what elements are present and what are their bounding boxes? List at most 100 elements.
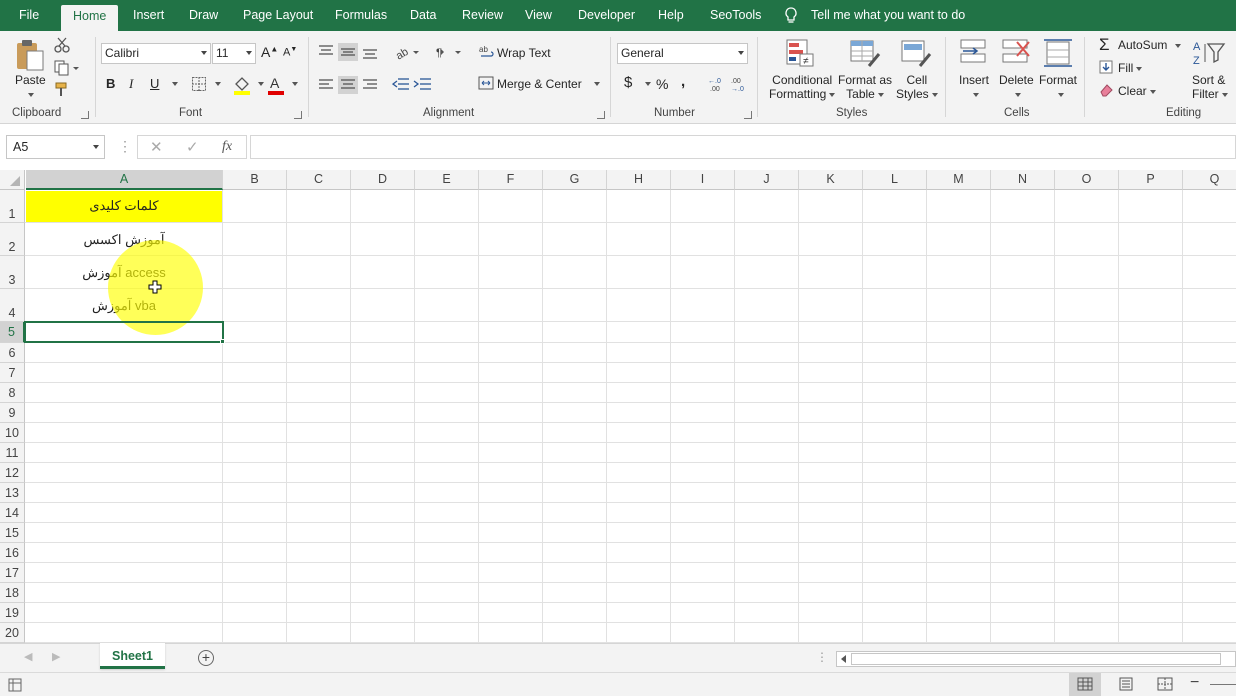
select-all-button[interactable] [0, 170, 25, 190]
column-header-h[interactable]: H [607, 170, 671, 190]
column-header-c[interactable]: C [287, 170, 351, 190]
column-header-k[interactable]: K [799, 170, 863, 190]
scrollbar-thumb[interactable] [851, 653, 1221, 665]
indent-icons[interactable] [392, 76, 434, 92]
column-header-q[interactable]: Q [1183, 170, 1236, 190]
cancel-icon[interactable]: ✕ [150, 138, 163, 156]
font-size-box[interactable]: 11 [212, 43, 256, 64]
conditional-formatting-icon[interactable]: ≠ [785, 38, 815, 68]
autosum-button[interactable]: AutoSum [1118, 38, 1182, 52]
format-cells-button[interactable]: Format [1039, 73, 1077, 87]
column-header-f[interactable]: F [479, 170, 543, 190]
column-header-d[interactable]: D [351, 170, 415, 190]
tab-help[interactable]: Help [658, 0, 684, 31]
insert-function-button[interactable]: fx [222, 139, 232, 155]
row-header-11[interactable]: 11 [0, 443, 25, 463]
row-header-14[interactable]: 14 [0, 503, 25, 523]
tab-formulas[interactable]: Formulas [335, 0, 387, 31]
enter-icon[interactable]: ✓ [186, 138, 199, 156]
orientation-icon[interactable]: ab [394, 44, 420, 60]
delete-cells-icon[interactable] [1001, 38, 1031, 66]
sort-filter-button[interactable]: Sort & Filter [1192, 73, 1228, 101]
horizontal-scrollbar[interactable] [836, 651, 1236, 667]
row-header-12[interactable]: 12 [0, 463, 25, 483]
decimal-icons[interactable]: ←.0.00.00→.0 [706, 75, 750, 93]
row-header-1[interactable]: 1 [0, 190, 25, 223]
cell-a1[interactable]: کلمات کلیدی [26, 198, 222, 214]
cut-icon[interactable] [54, 37, 70, 53]
fill-handle[interactable] [220, 339, 225, 344]
insert-cells-icon[interactable] [959, 38, 989, 66]
wrap-text-button[interactable]: Wrap Text [497, 46, 551, 60]
text-direction-icon[interactable]: ¶ [435, 44, 463, 60]
insert-cells-button[interactable]: Insert [959, 73, 989, 87]
column-header-a[interactable]: A [26, 170, 223, 190]
sort-filter-icon[interactable]: AZ [1192, 38, 1226, 66]
worksheet-grid[interactable]: ABCDEFGHIJKLMNOPQ 1 2 3 4 5 6 7 8 9 10 11 12 13 14 15 1… [0, 170, 1236, 643]
format-as-table-button[interactable]: Format as Table [838, 73, 892, 101]
zoom-slider[interactable] [1210, 684, 1236, 685]
column-header-m[interactable]: M [927, 170, 991, 190]
tab-data[interactable]: Data [410, 0, 436, 31]
cell-a2[interactable]: آموزش اکسس [26, 232, 222, 248]
column-header-n[interactable]: N [991, 170, 1055, 190]
alignment-launcher-icon[interactable] [597, 111, 605, 119]
font-color-icon[interactable]: A [267, 75, 285, 95]
copy-icon[interactable] [54, 60, 80, 76]
macro-recording-icon[interactable] [8, 678, 22, 692]
column-header-p[interactable]: P [1119, 170, 1183, 190]
row-header-5[interactable]: 5 [0, 322, 25, 343]
tab-file[interactable]: File [19, 0, 39, 31]
conditional-formatting-button[interactable]: Conditional Formatting [769, 73, 836, 101]
cell-styles-icon[interactable] [900, 38, 932, 68]
fill-button[interactable]: Fill [1118, 61, 1143, 75]
row-header-8[interactable]: 8 [0, 383, 25, 403]
row-header-19[interactable]: 19 [0, 603, 25, 623]
tab-page-layout[interactable]: Page Layout [243, 0, 313, 31]
row-header-13[interactable]: 13 [0, 483, 25, 503]
sheet-tab-sheet1[interactable]: Sheet1 [100, 643, 165, 669]
font-launcher-icon[interactable] [294, 111, 302, 119]
currency-button[interactable]: $ [624, 74, 632, 91]
tab-insert[interactable]: Insert [133, 0, 164, 31]
column-header-i[interactable]: I [671, 170, 735, 190]
row-header-20[interactable]: 20 [0, 623, 25, 643]
row-header-4[interactable]: 4 [0, 289, 25, 322]
cell-styles-button[interactable]: Cell Styles [896, 73, 938, 101]
horizontal-align-icons[interactable] [318, 76, 382, 94]
clear-button[interactable]: Clear [1118, 84, 1156, 98]
name-box[interactable]: A5 [6, 135, 105, 159]
column-header-l[interactable]: L [863, 170, 927, 190]
tab-review[interactable]: Review [462, 0, 503, 31]
column-header-o[interactable]: O [1055, 170, 1119, 190]
row-header-16[interactable]: 16 [0, 543, 25, 563]
column-header-b[interactable]: B [223, 170, 287, 190]
tab-developer[interactable]: Developer [578, 0, 635, 31]
tab-draw[interactable]: Draw [189, 0, 218, 31]
underline-button[interactable]: U [150, 76, 159, 91]
paste-icon[interactable] [14, 38, 46, 72]
delete-cells-button[interactable]: Delete [999, 73, 1034, 87]
row-header-3[interactable]: 3 [0, 256, 25, 289]
row-header-9[interactable]: 9 [0, 403, 25, 423]
number-format-box[interactable]: General [617, 43, 748, 64]
add-sheet-button[interactable]: + [198, 650, 214, 666]
column-header-j[interactable]: J [735, 170, 799, 190]
row-header-6[interactable]: 6 [0, 343, 25, 363]
clipboard-launcher-icon[interactable] [81, 111, 89, 119]
normal-view-icon[interactable] [1077, 677, 1093, 691]
row-header-2[interactable]: 2 [0, 223, 25, 256]
active-cell-a5[interactable] [24, 321, 224, 343]
formula-input[interactable] [250, 135, 1236, 159]
column-header-g[interactable]: G [543, 170, 607, 190]
page-layout-view-icon[interactable] [1118, 677, 1134, 691]
tab-split-handle[interactable]: ⋮ [816, 650, 828, 664]
row-header-10[interactable]: 10 [0, 423, 25, 443]
prev-sheet-icon[interactable]: ◀ [24, 650, 32, 663]
decrease-font-icon[interactable]: A▼ [283, 46, 297, 59]
bold-button[interactable]: B [106, 76, 115, 91]
format-cells-icon[interactable] [1043, 38, 1073, 68]
tab-seotools[interactable]: SeoTools [710, 0, 761, 31]
merge-center-button[interactable]: Merge & Center [497, 77, 582, 91]
page-break-view-icon[interactable] [1157, 677, 1173, 691]
